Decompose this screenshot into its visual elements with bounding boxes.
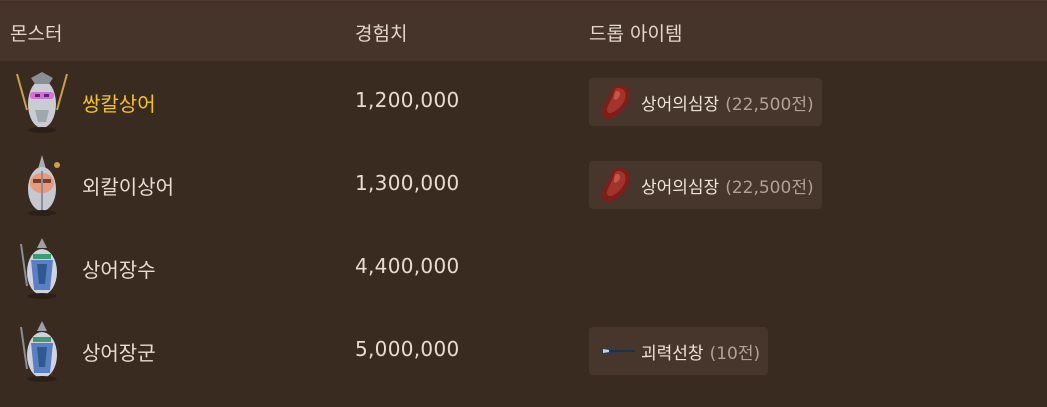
monster-name[interactable]: 상어장군	[82, 337, 156, 366]
column-header-monster: 몬스터	[10, 23, 63, 45]
drop-item-chip[interactable]: 상어의심장 (22,500전)	[589, 161, 822, 209]
exp-value: 5,000,000	[355, 337, 460, 361]
table-header: 몬스터 경험치 드롭 아이템	[0, 0, 1047, 61]
shark-heart-icon	[597, 82, 635, 122]
table-row: 상어장수 4,400,000	[0, 227, 1047, 310]
drop-item-name: 상어의심장	[641, 177, 720, 198]
drop-item-name: 상어의심장	[641, 94, 720, 115]
monster-name[interactable]: 쌍칼상어	[82, 88, 156, 117]
monster-name[interactable]: 외칼이상어	[82, 171, 174, 200]
table-row: 외칼이상어 1,300,000 상어의심장 (22,500전)	[0, 144, 1047, 227]
spear-icon	[597, 331, 635, 371]
shark-general-icon	[13, 319, 71, 383]
drop-item-chip[interactable]: 상어의심장 (22,500전)	[589, 78, 822, 126]
drop-item-price: (22,500전)	[725, 177, 814, 198]
exp-value: 1,200,000	[355, 88, 460, 112]
table-row: 상어장군 5,000,000 괴력선창 (10전)	[0, 310, 1047, 393]
column-header-drops: 드롭 아이템	[589, 23, 683, 45]
shark-heart-icon	[597, 165, 635, 205]
exp-value: 4,400,000	[355, 254, 460, 278]
drop-item-price: (22,500전)	[725, 94, 814, 115]
column-header-exp: 경험치	[355, 23, 408, 45]
shark-monster-icon	[13, 70, 71, 134]
exp-value: 1,300,000	[355, 171, 460, 195]
table-row: 쌍칼상어 1,200,000 상어의심장 (22,500전)	[0, 61, 1047, 144]
drop-item-name: 괴력선창	[641, 343, 704, 364]
monster-table: 몬스터 경험치 드롭 아이템 쌍칼상어 1,200,000 상어의심장 (22,…	[0, 0, 1047, 393]
monster-name[interactable]: 상어장수	[82, 254, 156, 283]
shark-general-icon	[13, 236, 71, 300]
drop-item-price: (10전)	[709, 343, 761, 364]
shark-monster-icon	[13, 153, 71, 217]
drop-item-chip[interactable]: 괴력선창 (10전)	[589, 327, 769, 375]
